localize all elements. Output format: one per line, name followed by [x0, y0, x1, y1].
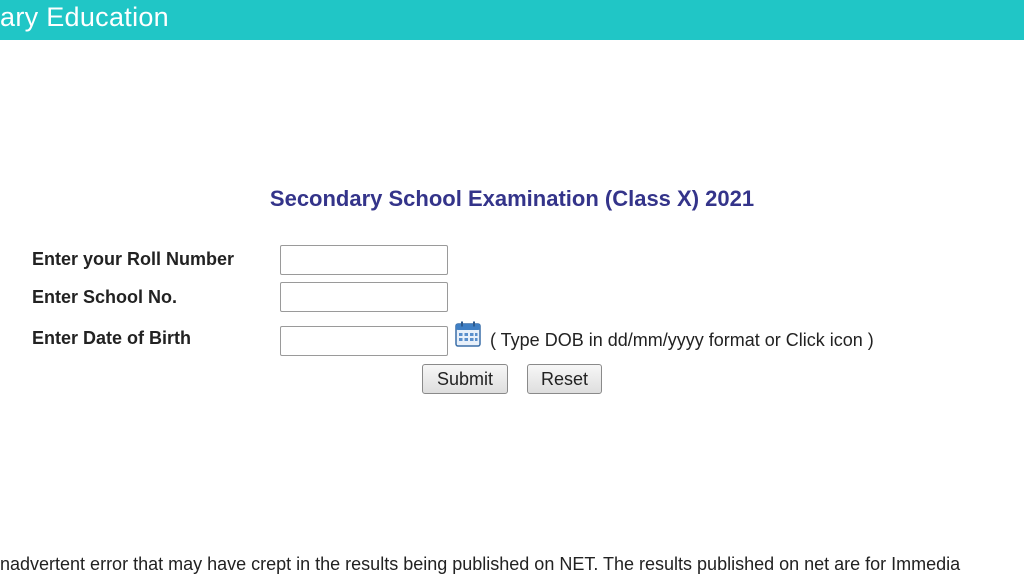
exam-heading: Secondary School Examination (Class X) 2…: [269, 186, 755, 211]
school-number-label: Enter School No.: [32, 287, 178, 307]
roll-number-label: Enter your Roll Number: [32, 249, 235, 269]
reset-button[interactable]: Reset: [527, 364, 602, 394]
dob-format-hint: ( Type DOB in dd/mm/yyyy format or Click…: [490, 330, 874, 350]
banner-title: ary Education: [0, 2, 169, 32]
submit-button[interactable]: Submit: [422, 364, 508, 394]
school-number-input[interactable]: [280, 282, 448, 312]
calendar-icon[interactable]: [455, 321, 481, 347]
dob-input[interactable]: [280, 326, 448, 356]
dob-label: Enter Date of Birth: [32, 328, 192, 348]
result-page: ary Education Secondary School Examinati…: [0, 0, 1024, 576]
roll-number-input[interactable]: [280, 245, 448, 275]
disclaimer-notice: inadvertent error that may have crept in…: [0, 554, 961, 574]
top-banner: ary Education: [0, 0, 1024, 40]
